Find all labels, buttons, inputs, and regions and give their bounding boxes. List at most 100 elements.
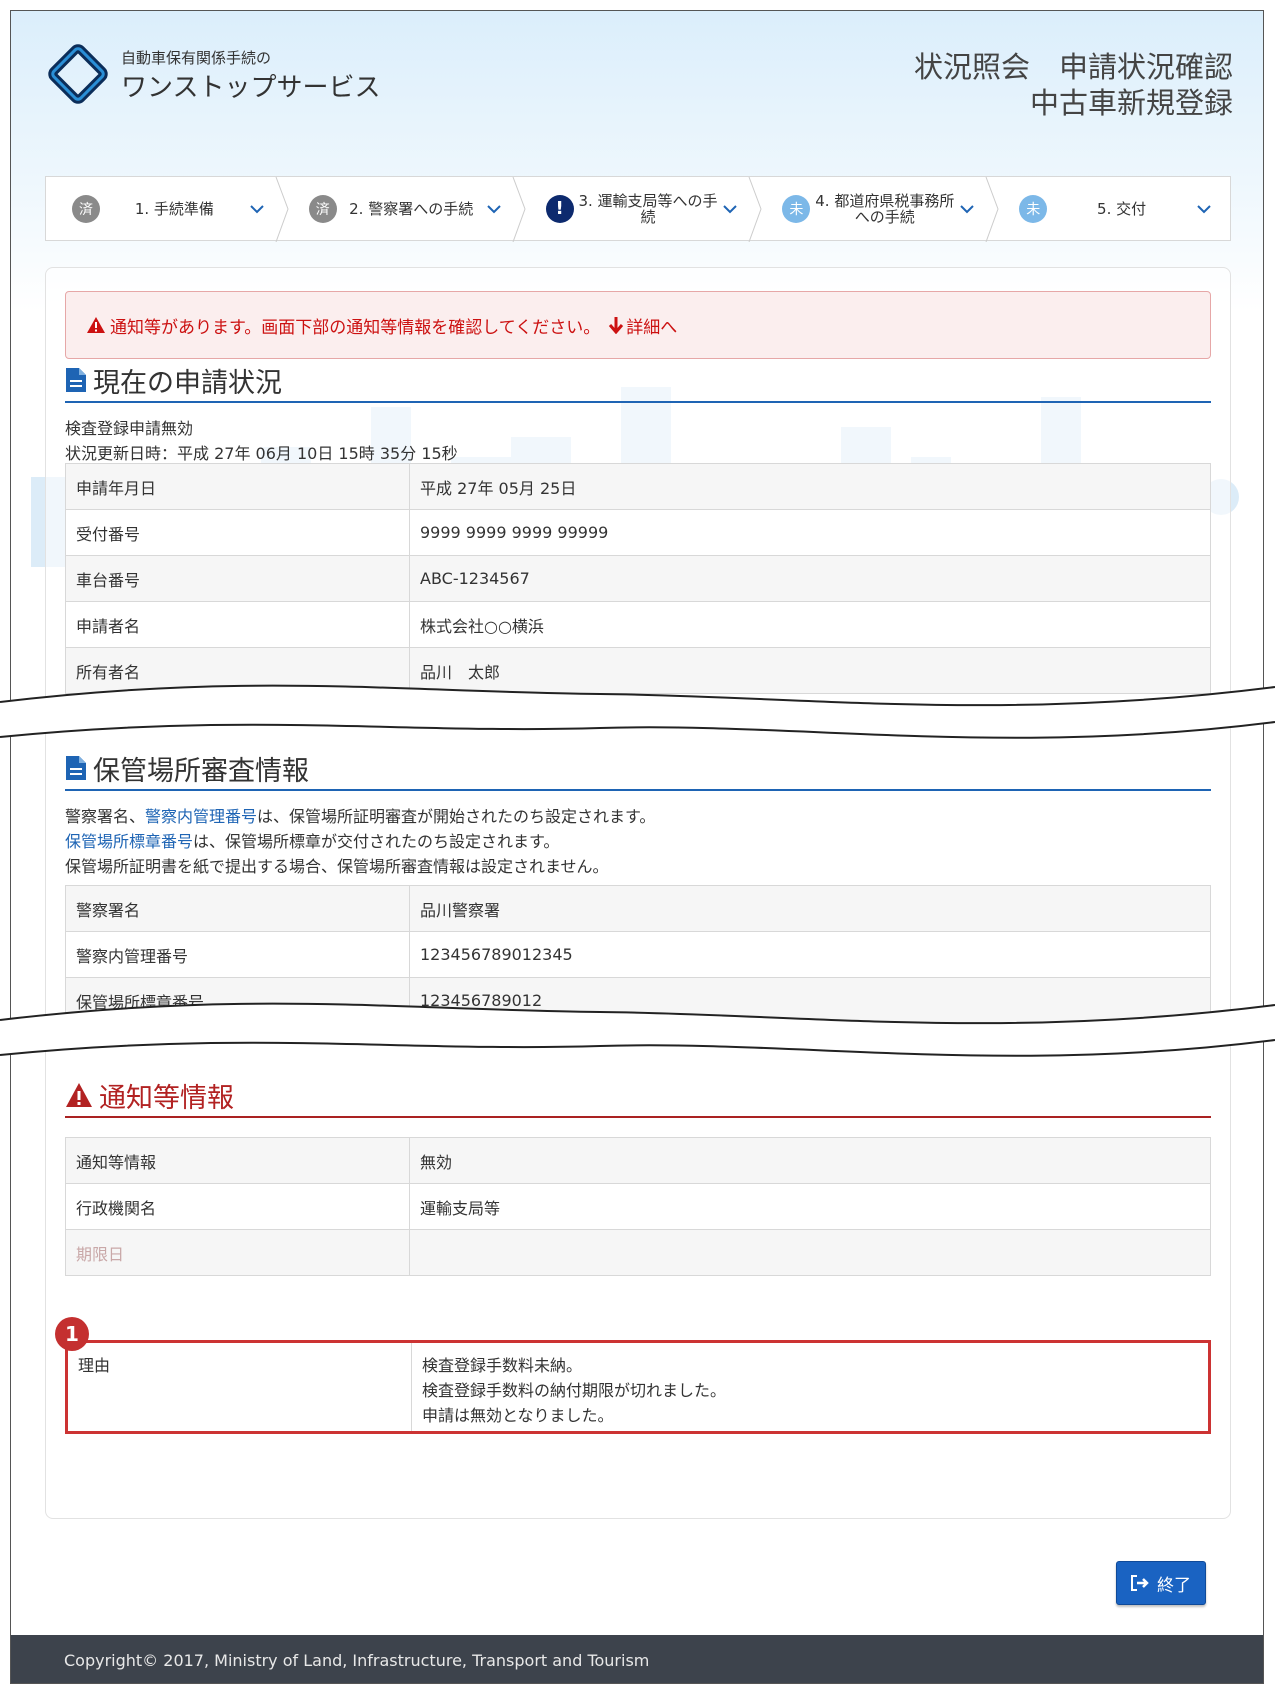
step-2[interactable]: 済 2. 警察署への手続 <box>283 177 526 242</box>
parking-note-3: 保管場所証明書を紙で提出する場合、保管場所審査情報は設定されません。 <box>65 857 609 876</box>
step-3-label: 3. 運輸支局等への手続 <box>578 191 718 226</box>
warning-icon <box>87 317 105 333</box>
reason-key: 理由 <box>68 1343 412 1431</box>
step-separator <box>985 177 999 242</box>
app-window: 自動車保有関係手続の ワンストップサービス 状況照会 申請状況確認 中古車新規登… <box>10 10 1264 1684</box>
row-key: 申請年月日 <box>65 463 410 510</box>
section-break-wave <box>0 1002 1275 1057</box>
row-key: 通知等情報 <box>65 1137 410 1184</box>
copyright-text: Copyright© 2017, Ministry of Land, Infra… <box>64 1650 650 1670</box>
status-section-heading: 現在の申請状況 <box>65 359 1211 403</box>
note-text: 警察署名、 <box>65 807 146 826</box>
notice-table: 通知等情報 無効 行政機関名 運輸支局等 期限日 <box>65 1137 1211 1276</box>
chevron-down-icon <box>1197 204 1211 213</box>
police-number-link[interactable]: 警察内管理番号 <box>145 807 257 826</box>
row-key: 車台番号 <box>65 555 410 602</box>
table-row: 申請者名 株式会社○○横浜 <box>65 601 1211 648</box>
row-value: 9999 9999 9999 99999 <box>409 509 1211 556</box>
step-1[interactable]: 済 1. 手続準備 <box>46 177 289 242</box>
table-row: 行政機関名 運輸支局等 <box>65 1183 1211 1230</box>
step-4-label: 4. 都道府県税事務所への手続 <box>815 191 955 226</box>
row-key: 行政機関名 <box>65 1183 410 1230</box>
alert-message: 通知等があります。画面下部の通知等情報を確認してください。 <box>110 317 601 338</box>
notice-section-title: 通知等情報 <box>99 1082 234 1114</box>
step-separator <box>748 177 762 242</box>
end-button-label: 終了 <box>1157 1575 1191 1596</box>
notice-section-heading: 通知等情報 <box>65 1074 1211 1118</box>
status-meta: 検査登録申請無効 状況更新日時：平成 27年 06月 10日 15時 35分 1… <box>65 416 458 466</box>
row-value: 運輸支局等 <box>409 1183 1211 1230</box>
row-value <box>409 1229 1211 1276</box>
status-section-title: 現在の申請状況 <box>93 367 282 399</box>
table-row: 通知等情報 無効 <box>65 1137 1211 1184</box>
notice-alert: 通知等があります。画面下部の通知等情報を確認してください。 詳細へ <box>65 291 1211 359</box>
parking-note-2: 保管場所標章番号は、保管場所標章が交付されたのち設定されます。 <box>65 829 655 854</box>
row-value: ABC-1234567 <box>409 555 1211 602</box>
end-button[interactable]: 終了 <box>1116 1561 1206 1605</box>
reason-highlight-box: 理由 検査登録手数料未納。 検査登録手数料の納付期限が切れました。 申請は無効と… <box>65 1340 1211 1434</box>
section-break-wave <box>0 684 1275 739</box>
table-row: 車台番号 ABC-1234567 <box>65 555 1211 602</box>
chevron-down-icon <box>960 204 974 213</box>
parking-section-title: 保管場所審査情報 <box>93 755 309 787</box>
reason-value: 検査登録手数料未納。 検査登録手数料の納付期限が切れました。 申請は無効となりま… <box>412 1343 736 1431</box>
table-row: 申請年月日 平成 27年 05月 25日 <box>65 463 1211 510</box>
row-value: 123456789012345 <box>409 931 1211 978</box>
table-row: 警察署名 品川警察署 <box>65 885 1211 932</box>
onestop-logo-icon <box>48 44 108 104</box>
table-row: 受付番号 9999 9999 9999 99999 <box>65 509 1211 556</box>
brand-subtitle: 自動車保有関係手続の <box>121 49 272 67</box>
step-3-warning-badge: ! <box>545 194 574 223</box>
page-title-line2: 中古車新規登録 <box>1029 86 1233 120</box>
step-separator <box>512 177 526 242</box>
document-icon <box>66 368 86 392</box>
step-5-pending-badge: 未 <box>1019 194 1048 223</box>
page-title-line1: 状況照会 申請状況確認 <box>913 50 1233 84</box>
alert-detail-link[interactable]: 詳細へ <box>626 313 677 338</box>
chevron-down-icon <box>486 204 501 213</box>
note-text: は、保管場所標章が交付されたのち設定されます。 <box>193 832 560 851</box>
row-value: 株式会社○○横浜 <box>409 601 1211 648</box>
step-2-done-badge: 済 <box>308 194 337 223</box>
step-4[interactable]: 未 4. 都道府県税事務所への手続 <box>756 177 999 242</box>
chevron-down-icon <box>723 204 738 213</box>
step-1-label: 1. 手続準備 <box>134 199 214 218</box>
step-5-label: 5. 交付 <box>1097 199 1147 218</box>
reason-line: 申請は無効となりました。 <box>422 1406 614 1425</box>
reason-line: 検査登録手数料の納付期限が切れました。 <box>422 1381 727 1400</box>
table-row: 期限日 <box>65 1229 1211 1276</box>
exit-icon <box>1131 1575 1149 1591</box>
row-key: 申請者名 <box>65 601 410 648</box>
page-title: 状況照会 申請状況確認 中古車新規登録 <box>914 49 1233 121</box>
warning-icon <box>66 1083 92 1107</box>
brand-title: ワンストップサービス <box>121 73 381 103</box>
chevron-down-icon <box>250 204 264 213</box>
annotation-marker: 1 <box>55 1317 89 1351</box>
parking-section-heading: 保管場所審査情報 <box>65 747 1211 791</box>
progress-steps: 済 1. 手続準備 済 2. 警察署への手続 ! 3. 運輸支局等への手続 未 … <box>45 176 1231 242</box>
table-row: 警察内管理番号 123456789012345 <box>65 931 1211 978</box>
row-value: 品川警察署 <box>409 885 1211 932</box>
parking-note-1: 警察署名、警察内管理番号は、保管場所証明審査が開始されたのち設定されます。 <box>65 804 655 829</box>
document-icon <box>66 756 86 780</box>
status-text: 検査登録申請無効 <box>65 419 194 438</box>
step-4-pending-badge: 未 <box>782 194 811 223</box>
step-3[interactable]: ! 3. 運輸支局等への手続 <box>520 177 762 242</box>
parking-sticker-link[interactable]: 保管場所標章番号 <box>65 832 193 851</box>
reason-line: 検査登録手数料未納。 <box>422 1356 583 1375</box>
step-2-label: 2. 警察署への手続 <box>349 199 474 218</box>
step-separator <box>275 177 289 242</box>
parking-notes: 警察署名、警察内管理番号は、保管場所証明審査が開始されたのち設定されます。 保管… <box>65 804 655 879</box>
status-table: 申請年月日 平成 27年 05月 25日 受付番号 9999 9999 9999 9… <box>65 463 1211 694</box>
row-value: 平成 27年 05月 25日 <box>409 463 1211 510</box>
step-5[interactable]: 未 5. 交付 <box>993 177 1230 240</box>
arrow-down-icon <box>609 317 624 334</box>
row-value: 無効 <box>409 1137 1211 1184</box>
row-key: 警察内管理番号 <box>65 931 410 978</box>
note-text: は、保管場所証明審査が開始されたのち設定されます。 <box>257 807 656 826</box>
step-1-done-badge: 済 <box>72 194 100 223</box>
row-key: 期限日 <box>65 1229 410 1276</box>
row-key: 警察署名 <box>65 885 410 932</box>
row-key: 受付番号 <box>65 509 410 556</box>
footer: Copyright© 2017, Ministry of Land, Infra… <box>11 1635 1263 1683</box>
